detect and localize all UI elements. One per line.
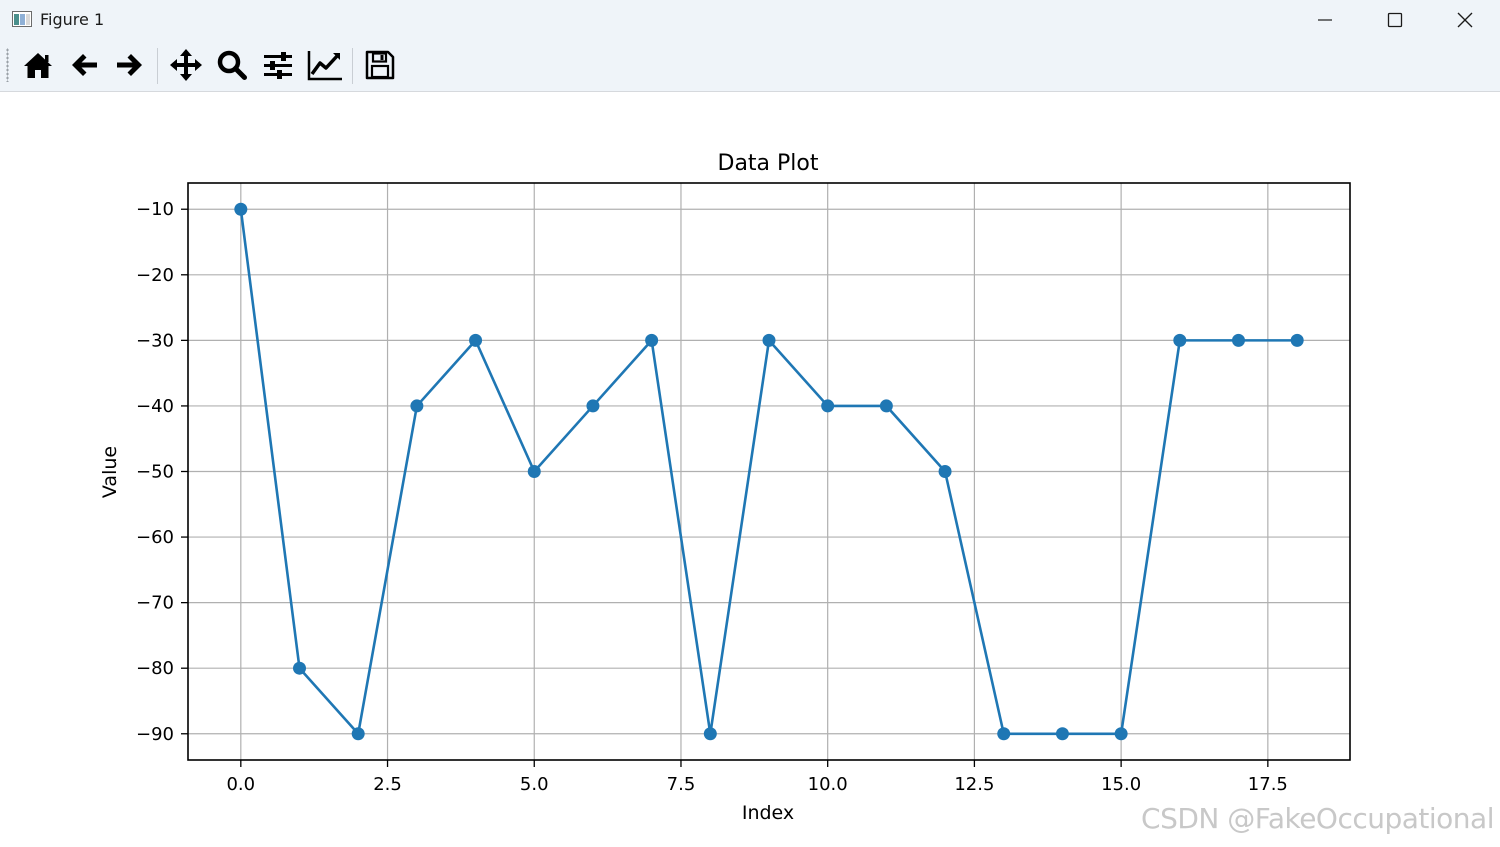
figure-canvas[interactable]: Data Plot 0.0 2.5 5.0 7.5 10.0 12.5 15.0 17.5 −…: [0, 92, 1500, 843]
watermark: CSDN @FakeOccupational: [1141, 802, 1494, 835]
configure-subplots-icon: [264, 52, 292, 79]
x-tick-label: 7.5: [667, 774, 696, 795]
data-point[interactable]: [1231, 333, 1245, 347]
back-arrow-icon: [72, 54, 97, 76]
zoom-button[interactable]: [212, 45, 252, 85]
save-floppy-icon: [365, 50, 395, 80]
close-icon: [1457, 12, 1473, 28]
window-title: Figure 1: [40, 10, 105, 29]
save-button[interactable]: [360, 45, 400, 85]
maximize-button[interactable]: [1360, 0, 1430, 40]
chart-title: Data Plot: [718, 151, 819, 176]
x-axis-ticks: 0.0 2.5 5.0 7.5 10.0 12.5 15.0 17.5: [226, 760, 1288, 795]
matplotlib-figure-icon: [12, 11, 32, 27]
y-tick-label: −90: [136, 724, 174, 745]
minimize-button[interactable]: [1290, 0, 1360, 40]
data-point[interactable]: [879, 399, 893, 413]
pan-button[interactable]: [166, 45, 206, 85]
data-point[interactable]: [1055, 727, 1069, 741]
y-tick-label: −50: [136, 462, 174, 483]
y-tick-label: −40: [136, 396, 174, 417]
data-point[interactable]: [1173, 333, 1187, 347]
data-point[interactable]: [703, 727, 717, 741]
data-point[interactable]: [293, 661, 307, 675]
x-tick-label: 15.0: [1101, 774, 1141, 795]
close-button[interactable]: [1430, 0, 1500, 40]
x-tick-label: 2.5: [373, 774, 402, 795]
toolbar-grip[interactable]: [6, 48, 9, 82]
home-button[interactable]: [18, 45, 58, 85]
data-point[interactable]: [997, 727, 1011, 741]
data-point[interactable]: [1290, 333, 1304, 347]
x-tick-label: 5.0: [520, 774, 549, 795]
y-tick-label: −80: [136, 658, 174, 679]
back-button[interactable]: [64, 45, 104, 85]
data-point[interactable]: [469, 333, 483, 347]
x-tick-label: 0.0: [226, 774, 255, 795]
y-axis-ticks: −10 −20 −30 −40 −50 −60 −70 −80 −90: [136, 199, 188, 745]
data-point[interactable]: [586, 399, 600, 413]
y-tick-label: −20: [136, 265, 174, 286]
data-point[interactable]: [821, 399, 835, 413]
subplots-button[interactable]: [258, 45, 298, 85]
forward-button[interactable]: [110, 45, 150, 85]
y-tick-label: −60: [136, 527, 174, 548]
y-tick-label: −70: [136, 593, 174, 614]
data-point[interactable]: [1114, 727, 1128, 741]
data-point[interactable]: [410, 399, 424, 413]
customize-button[interactable]: [305, 45, 345, 85]
data-point[interactable]: [234, 202, 248, 216]
minimize-icon: [1318, 19, 1332, 21]
x-tick-label: 17.5: [1248, 774, 1288, 795]
data-point[interactable]: [527, 465, 541, 478]
y-tick-label: −10: [136, 199, 174, 220]
home-icon: [24, 53, 52, 78]
data-point[interactable]: [351, 727, 365, 741]
data-point[interactable]: [938, 465, 952, 478]
edit-axes-icon: [307, 51, 342, 81]
forward-arrow-icon: [117, 54, 142, 76]
navigation-toolbar: [0, 40, 1500, 92]
data-point[interactable]: [645, 333, 659, 347]
line-chart[interactable]: Data Plot 0.0 2.5 5.0 7.5 10.0 12.5 15.0 17.5 −…: [0, 92, 1500, 843]
maximize-icon: [1387, 12, 1403, 28]
zoom-magnifier-icon: [217, 50, 247, 80]
y-axis-label: Value: [99, 446, 121, 498]
x-tick-label: 10.0: [808, 774, 848, 795]
pan-move-icon: [170, 49, 202, 81]
window-titlebar: Figure 1: [0, 0, 1500, 40]
y-tick-label: −30: [136, 330, 174, 351]
grid-lines: [188, 183, 1350, 760]
x-axis-label: Index: [742, 802, 794, 824]
toolbar-separator: [352, 48, 353, 84]
toolbar-separator: [157, 48, 158, 84]
x-tick-label: 12.5: [954, 774, 994, 795]
data-point[interactable]: [762, 333, 776, 347]
